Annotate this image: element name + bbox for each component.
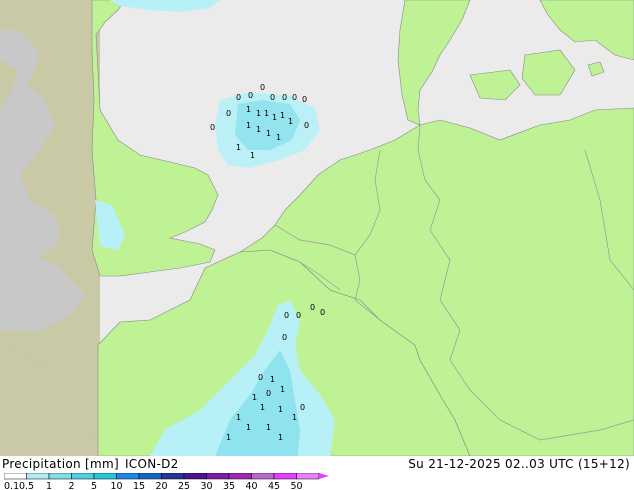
- precip-value-label: 0: [236, 93, 241, 102]
- precip-value-label: 1: [260, 403, 265, 412]
- scale-swatch: [183, 473, 207, 480]
- precip-value-label: 1: [278, 405, 283, 414]
- precip-value-label: 1: [292, 413, 297, 422]
- precip-value-label: 1: [276, 133, 281, 142]
- precip-value-label: 1: [236, 143, 241, 152]
- precip-value-label: 0: [248, 91, 253, 100]
- precipitation-color-scale: 0.1 0.5 1 2 5 10 15 20 25 30 35 40 45 50: [4, 473, 329, 490]
- scale-swatch: [26, 473, 50, 480]
- scale-tick-label: 50: [290, 481, 302, 490]
- precip-value-label: 0: [302, 95, 307, 104]
- precip-value-label: 0: [296, 311, 301, 320]
- scale-swatch: [228, 473, 252, 480]
- valid-time-label: Su 21-12-2025 02..03 UTC (15+12): [408, 457, 630, 471]
- scale-swatch: [161, 473, 185, 480]
- precip-value-label: 1: [246, 105, 251, 114]
- scale-tick-label: 30: [200, 481, 212, 490]
- precip-value-label: 0: [260, 83, 265, 92]
- scale-tick-label: 0.1: [4, 481, 19, 490]
- precip-value-label: 1: [246, 423, 251, 432]
- scale-tick-label: 15: [133, 481, 145, 490]
- scale-arrow: [319, 473, 329, 479]
- scale-swatch: [71, 473, 95, 480]
- precip-value-label: 0: [282, 333, 287, 342]
- scale-tick-label: 35: [223, 481, 235, 490]
- scale-swatch: [273, 473, 297, 480]
- scale-tick-label: 5: [91, 481, 97, 490]
- map-title: Precipitation [mm] ICON-D2: [2, 457, 179, 471]
- scale-swatch: [296, 473, 320, 480]
- precip-value-label: 1: [236, 413, 241, 422]
- scale-swatch: [206, 473, 230, 480]
- precip-value-label: 1: [256, 109, 261, 118]
- precip-value-label: 1: [288, 117, 293, 126]
- precip-value-label: 0: [210, 123, 215, 132]
- precip-value-label: 0: [320, 308, 325, 317]
- model-label: ICON-D2: [124, 457, 179, 471]
- scale-swatch: [138, 473, 162, 480]
- scale-swatch: [48, 473, 72, 480]
- precip-value-label: 0: [292, 93, 297, 102]
- scale-swatch: [93, 473, 117, 480]
- scale-tick-label: 2: [68, 481, 74, 490]
- variable-label: Precipitation [mm]: [2, 457, 119, 471]
- precip-value-label: 0: [266, 389, 271, 398]
- precip-value-label: 0: [226, 109, 231, 118]
- precip-value-label: 1: [250, 151, 255, 160]
- footer-bar: Precipitation [mm] ICON-D2 Su 21-12-2025 …: [0, 456, 634, 490]
- scale-tick-label: 1: [46, 481, 52, 490]
- precip-value-label: 1: [278, 433, 283, 442]
- precip-value-label: 1: [246, 121, 251, 130]
- precip-value-label: 1: [226, 433, 231, 442]
- scale-tick-label: 40: [245, 481, 257, 490]
- precip-value-label: 0: [304, 121, 309, 130]
- scale-swatch: [251, 473, 275, 480]
- precip-value-label: 1: [280, 385, 285, 394]
- precip-value-label: 1: [270, 375, 275, 384]
- scale-tick-label: 10: [110, 481, 122, 490]
- precip-value-label: 1: [280, 111, 285, 120]
- precip-value-label: 0: [300, 403, 305, 412]
- scale-swatch: [116, 473, 140, 480]
- precip-value-label: 1: [256, 125, 261, 134]
- precip-value-label: 1: [266, 129, 271, 138]
- scale-tick-label: 25: [178, 481, 190, 490]
- precip-value-label: 1: [266, 423, 271, 432]
- precip-value-label: 1: [264, 109, 269, 118]
- precip-value-label: 0: [258, 373, 263, 382]
- scale-tick-label: 0.5: [19, 481, 34, 490]
- precip-value-label: 0: [270, 93, 275, 102]
- scale-tick-label: 45: [268, 481, 280, 490]
- precip-value-label: 0: [310, 303, 315, 312]
- precip-value-label: 0: [284, 311, 289, 320]
- precip-value-label: 1: [252, 393, 257, 402]
- scale-tick-label: 20: [155, 481, 167, 490]
- precipitation-map: 0 000 0 0 00001 1 1 1 111 1 1 1110 00000001111 1111 11…: [0, 0, 634, 457]
- scale-swatch: [4, 473, 27, 480]
- precip-value-label: 0: [282, 93, 287, 102]
- precip-value-label: 1: [272, 113, 277, 122]
